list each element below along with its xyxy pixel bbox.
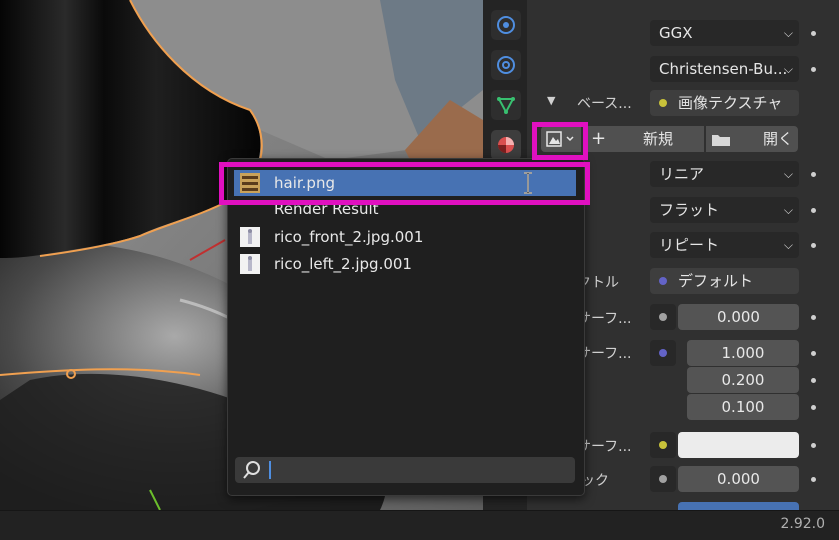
popup-search-input[interactable] [235,457,575,483]
socket-icon [659,313,667,321]
new-image-button[interactable]: + 新規 [583,126,704,152]
base-color-link-value: 画像テクスチャ [678,94,783,112]
folder-icon [712,135,730,146]
distribution-dropdown[interactable]: GGX ⌵ [650,20,799,46]
image-browse-popup: hair.png Render Result rico_front_2.jpg.… [227,158,585,496]
item-name: rico_left_2.jpg.001 [274,255,412,273]
subsurface-method-value: Christensen-Bu... [659,60,788,78]
radius-z-value: 0.100 [721,398,765,416]
socket-icon [659,475,667,483]
new-button-label: 新規 [643,130,674,148]
constraint-icon [497,56,515,74]
subsurface-socket[interactable] [650,304,676,330]
keyframe-dot[interactable] [811,67,816,72]
projection-value: フラット [659,201,720,219]
tab-physics[interactable] [491,10,521,40]
socket-icon [659,349,667,357]
subsurface-value: 0.000 [717,308,760,326]
expand-triangle-icon[interactable]: ▼ [547,94,555,107]
keyframe-dot[interactable] [811,405,816,410]
keyframe-dot[interactable] [811,477,816,482]
subsurface-color-swatch[interactable] [678,432,799,458]
subsurface-radius-socket[interactable] [650,340,676,366]
highlight-hair-item [219,162,590,205]
next-field-partial[interactable] [678,502,799,510]
metallic-field[interactable]: 0.000 [678,466,799,492]
mesh-data-icon [497,97,515,115]
material-icon [498,137,514,153]
extension-value: リピート [659,236,720,254]
interpolation-value: リニア [659,165,705,183]
plus-icon: + [591,128,607,149]
popup-item-rico-front[interactable]: rico_front_2.jpg.001 [234,224,576,250]
subsurface-field[interactable]: 0.000 [678,304,799,330]
subsurface-radius-x[interactable]: 1.000 [687,340,799,366]
keyframe-dot[interactable] [811,243,816,248]
chevron-down-icon: ⌵ [783,167,793,181]
subsurface-radius-y[interactable]: 0.200 [687,367,799,393]
chevron-down-icon: ⌵ [783,203,793,217]
socket-icon [659,441,667,449]
status-bar: 2.92.0 [0,510,839,540]
image-thumbnail-icon [240,254,260,274]
tab-object-data[interactable] [491,90,521,120]
vector-input-button[interactable]: デフォルト [650,268,799,294]
keyframe-dot[interactable] [811,31,816,36]
tab-constraints[interactable] [491,50,521,80]
vector-socket-icon [659,277,667,285]
chevron-down-icon: ⌵ [783,62,793,76]
projection-dropdown[interactable]: フラット ⌵ [650,197,799,223]
keyframe-dot[interactable] [811,208,816,213]
keyframe-dot[interactable] [811,172,816,177]
radius-x-value: 1.000 [721,344,765,362]
distribution-value: GGX [659,24,693,42]
image-thumbnail-icon [240,227,260,247]
keyframe-dot[interactable] [811,378,816,383]
version-label: 2.92.0 [780,516,825,532]
open-button-label: 開く [763,130,794,148]
base-color-link-button[interactable]: 画像テクスチャ [650,90,799,116]
item-name: rico_front_2.jpg.001 [274,228,424,246]
chevron-down-icon: ⌵ [783,238,793,252]
metallic-socket[interactable] [650,466,676,492]
tab-material[interactable] [491,130,521,160]
text-caret [269,461,271,479]
keyframe-dot[interactable] [811,443,816,448]
subsurface-color-socket[interactable] [650,432,676,458]
keyframe-dot[interactable] [811,315,816,320]
color-socket-icon [659,99,667,107]
extension-dropdown[interactable]: リピート ⌵ [650,232,799,258]
physics-icon [497,16,515,34]
metallic-value: 0.000 [717,470,760,488]
base-color-label: ベース... [577,96,632,112]
subsurface-radius-z[interactable]: 0.100 [687,394,799,420]
vector-value: デフォルト [678,272,754,290]
subsurface-method-dropdown[interactable]: Christensen-Bu... ⌵ [650,56,799,82]
keyframe-dot[interactable] [811,351,816,356]
interpolation-dropdown[interactable]: リニア ⌵ [650,161,799,187]
radius-y-value: 0.200 [721,371,765,389]
highlight-browse-button [532,122,588,160]
search-icon [243,461,260,479]
open-image-button[interactable]: 開く [706,126,798,152]
popup-item-rico-left[interactable]: rico_left_2.jpg.001 [234,251,576,277]
chevron-down-icon: ⌵ [783,26,793,40]
